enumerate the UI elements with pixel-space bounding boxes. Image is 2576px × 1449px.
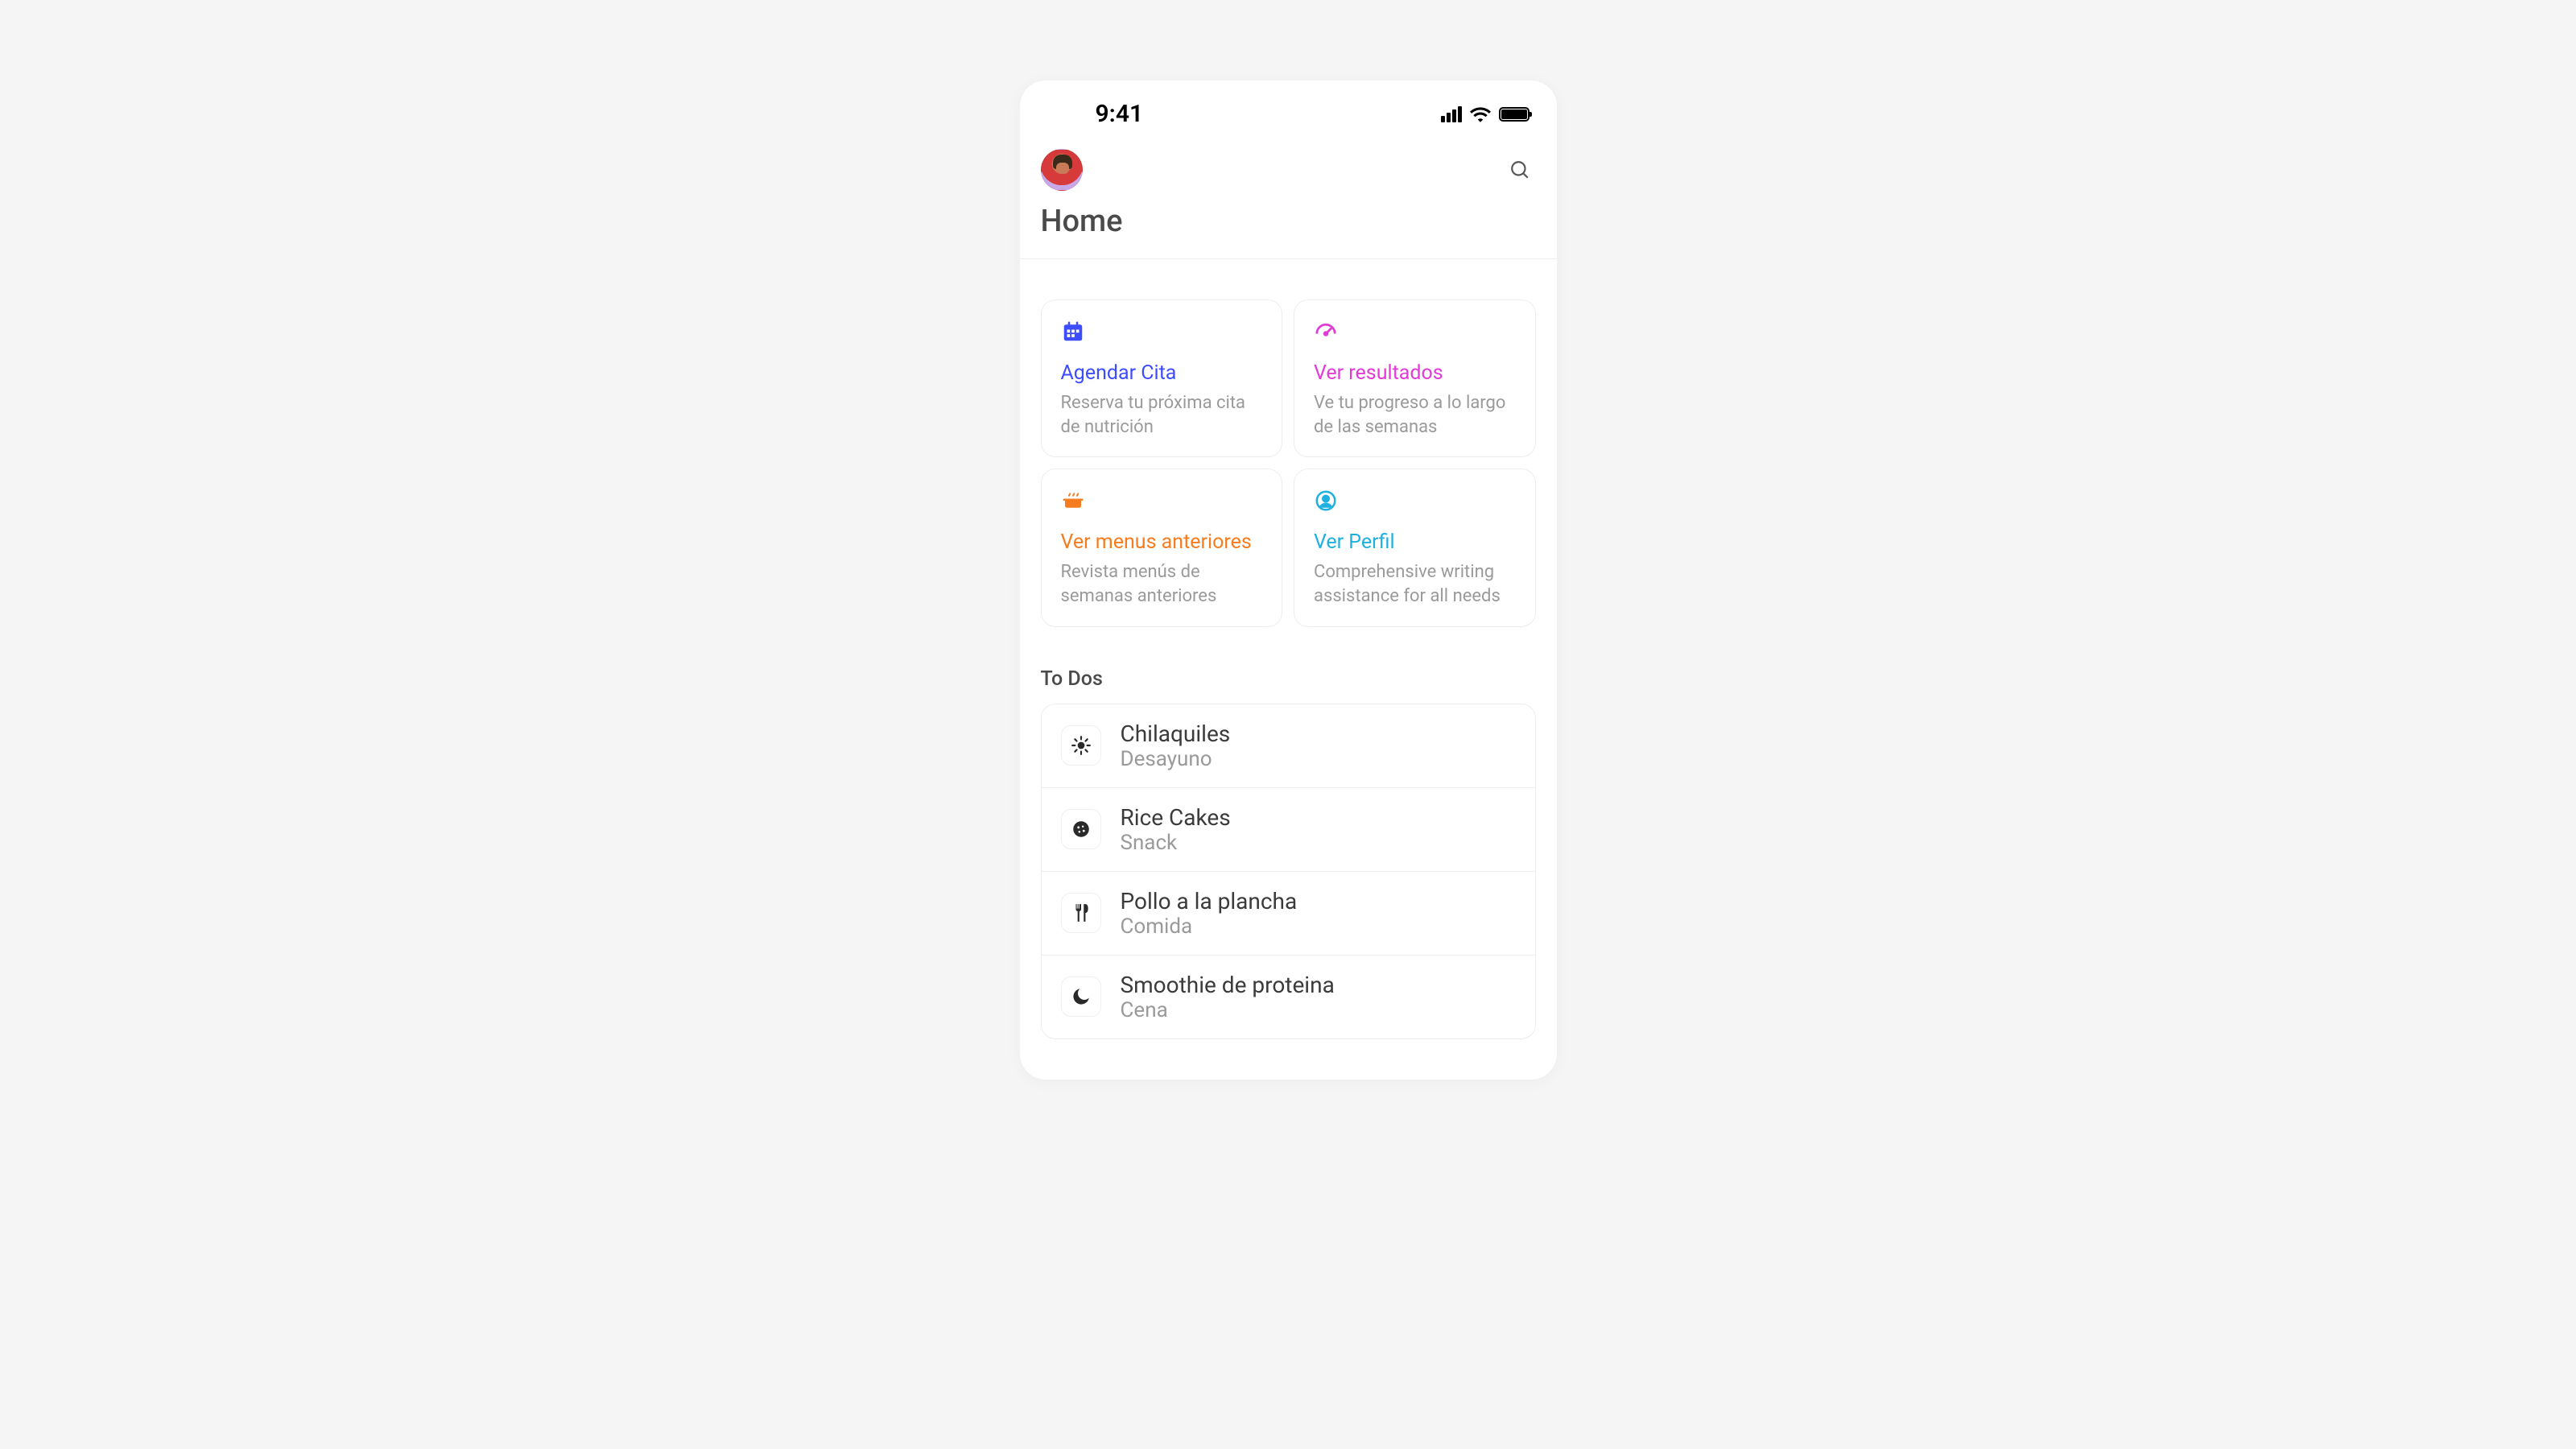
todo-sub: Snack	[1121, 831, 1231, 855]
search-button[interactable]	[1504, 154, 1536, 186]
cookie-icon	[1061, 809, 1101, 849]
gauge-icon	[1314, 320, 1338, 344]
section-title-todos: To Dos	[1020, 643, 1557, 704]
card-desc: Ve tu progreso a lo largo de las semanas	[1314, 391, 1516, 439]
status-bar: 9:41	[1020, 80, 1557, 136]
card-ver-perfil[interactable]: Ver Perfil Comprehensive writing assista…	[1294, 469, 1536, 626]
todos-panel: Chilaquiles Desayuno Rice Cakes Snack	[1041, 704, 1536, 1039]
todo-row-smoothie[interactable]: Smoothie de proteina Cena	[1042, 955, 1535, 1038]
card-title: Agendar Cita	[1061, 361, 1263, 385]
todo-row-chilaquiles[interactable]: Chilaquiles Desayuno	[1042, 704, 1535, 787]
todo-text: Pollo a la plancha Comida	[1121, 888, 1298, 939]
profile-icon	[1314, 489, 1338, 513]
todo-title: Rice Cakes	[1121, 804, 1231, 831]
sun-icon	[1061, 725, 1101, 766]
todo-row-pollo[interactable]: Pollo a la plancha Comida	[1042, 871, 1535, 955]
todo-text: Chilaquiles Desayuno	[1121, 720, 1231, 771]
avatar[interactable]	[1041, 149, 1083, 191]
utensils-icon	[1061, 893, 1101, 933]
todo-text: Smoothie de proteina Cena	[1121, 972, 1335, 1022]
card-title: Ver Perfil	[1314, 530, 1516, 554]
card-desc: Revista menús de semanas anteriores	[1061, 560, 1263, 608]
wifi-icon	[1470, 106, 1491, 122]
phone-frame: 9:41 Home	[1020, 80, 1557, 1080]
moon-icon	[1061, 976, 1101, 1017]
page-title: Home	[1020, 191, 1557, 258]
calendar-icon	[1061, 320, 1085, 344]
signal-icon	[1441, 106, 1462, 122]
status-icons	[1441, 106, 1530, 122]
cards-grid: Agendar Cita Reserva tu próxima cita de …	[1020, 259, 1557, 643]
todo-row-rice-cakes[interactable]: Rice Cakes Snack	[1042, 787, 1535, 871]
header-row	[1020, 136, 1557, 191]
card-ver-menus[interactable]: Ver menus anteriores Revista menús de se…	[1041, 469, 1283, 626]
status-time: 9:41	[1047, 100, 1144, 128]
todo-sub: Desayuno	[1121, 747, 1231, 771]
todo-title: Smoothie de proteina	[1121, 972, 1335, 998]
battery-icon	[1499, 107, 1530, 122]
todo-text: Rice Cakes Snack	[1121, 804, 1231, 855]
todo-sub: Cena	[1121, 998, 1335, 1022]
pot-icon	[1061, 489, 1085, 513]
card-agendar-cita[interactable]: Agendar Cita Reserva tu próxima cita de …	[1041, 299, 1283, 457]
search-icon	[1509, 159, 1530, 180]
card-desc: Reserva tu próxima cita de nutrición	[1061, 391, 1263, 439]
todo-title: Chilaquiles	[1121, 720, 1231, 747]
todo-title: Pollo a la plancha	[1121, 888, 1298, 914]
todo-sub: Comida	[1121, 914, 1298, 939]
card-title: Ver menus anteriores	[1061, 530, 1263, 554]
card-desc: Comprehensive writing assistance for all…	[1314, 560, 1516, 608]
card-title: Ver resultados	[1314, 361, 1516, 385]
card-ver-resultados[interactable]: Ver resultados Ve tu progreso a lo largo…	[1294, 299, 1536, 457]
